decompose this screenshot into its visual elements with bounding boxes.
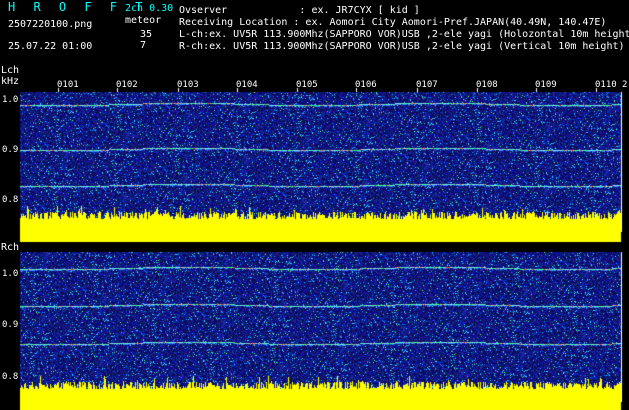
time-tick-0108: 0108 <box>476 80 498 90</box>
time-tick-0104: 0104 <box>236 80 258 90</box>
time-tick-0107: 0107 <box>416 80 438 90</box>
rch-panel-label: Rch <box>1 242 20 253</box>
file-name: 2507220100.png <box>8 19 93 30</box>
time-tick-0106: 0106 <box>355 80 377 90</box>
rch-ytick-0-9: 0.9 <box>2 320 19 330</box>
lch-panel-label: Lch <box>1 65 20 76</box>
time-tick-edge: 2 <box>622 80 628 90</box>
lch-ytick-0-8: 0.8 <box>2 195 19 205</box>
time-tick-0103: 0103 <box>177 80 199 90</box>
time-tick-0105: 0105 <box>296 80 318 90</box>
rch-receiver-info: R-ch:ex. UV5R 113.900Mhz(SAPPORO VOR)USB… <box>179 41 625 52</box>
lch-ytick-0-9: 0.9 <box>2 145 19 155</box>
rch-ytick-1-0: 1.0 <box>2 269 19 279</box>
receiving-location-info: Receiving Location : ex. Aomori City Aom… <box>179 17 607 28</box>
time-tick-0109: 0109 <box>535 80 557 90</box>
spectrogram-canvas <box>0 0 629 410</box>
time-tick-0110: 0110 <box>595 80 617 90</box>
frequency-unit-label: kHz <box>1 76 20 87</box>
time-tick-0102: 0102 <box>116 80 138 90</box>
rch-ytick-0-8: 0.8 <box>2 372 19 382</box>
observation-datetime: 25.07.22 01:00 <box>8 41 93 52</box>
lch-ytick-1-0: 1.0 <box>2 95 19 105</box>
observer-info: Ovserver : ex. JR7CYX [ kid ] <box>179 5 420 16</box>
rch-meteor-count: 7 <box>140 40 147 51</box>
meteor-count-label: meteor <box>125 15 162 26</box>
version-label: 2ch 0.30 <box>125 3 174 14</box>
time-tick-0101: 0101 <box>57 80 79 90</box>
lch-meteor-count: 35 <box>140 29 153 40</box>
lch-receiver-info: L-ch:ex. UV5R 113.900Mhz(SAPPORO VOR)USB… <box>179 29 629 40</box>
